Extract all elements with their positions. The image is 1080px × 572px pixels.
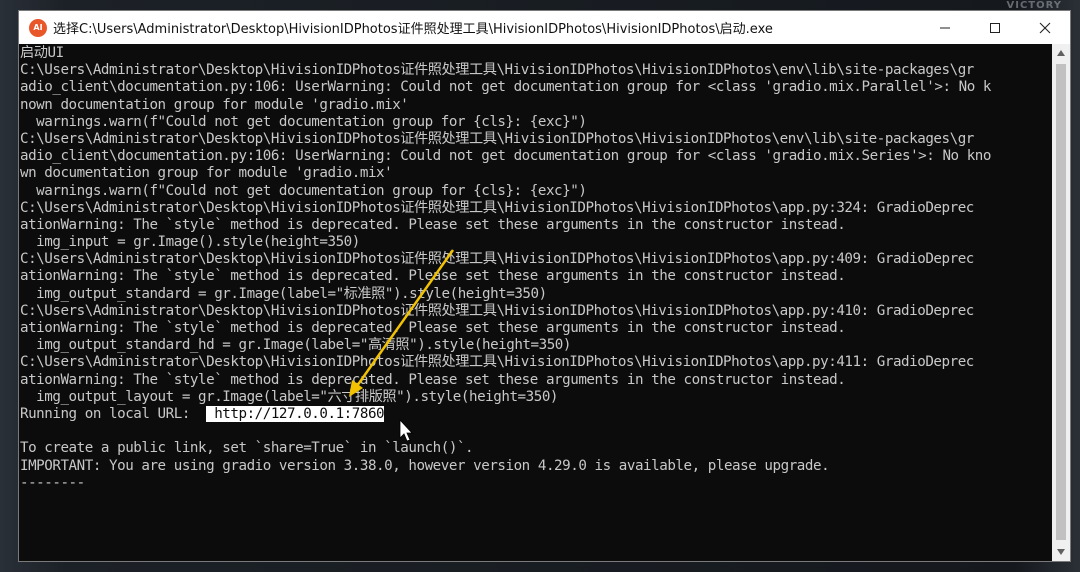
console-line: ationWarning: The `style` method is depr… [20, 371, 846, 388]
console-line: adio_client\documentation.py:106: UserWa… [20, 148, 991, 165]
window-title: 选择C:\Users\Administrator\Desktop\Hivisio… [53, 22, 773, 37]
console-line: nown documentation group for module 'gra… [20, 96, 409, 113]
console-line: img_output_layout = gr.Image(label="六寸排版… [20, 388, 559, 405]
minimize-button[interactable] [920, 11, 970, 44]
console-output[interactable]: 启动UI C:\Users\Administrator\Desktop\Hivi… [19, 44, 1052, 561]
minimize-icon [940, 27, 950, 28]
scroll-up-button[interactable] [1052, 44, 1070, 62]
console-line: -------- [20, 474, 85, 491]
console-line: img_input = gr.Image().style(height=350) [20, 234, 360, 251]
console-line: adio_client\documentation.py:106: UserWa… [20, 79, 991, 96]
maximize-button[interactable] [970, 11, 1020, 44]
console-line: ationWarning: The `style` method is depr… [20, 268, 846, 285]
maximize-icon [990, 22, 1000, 33]
close-button[interactable] [1020, 11, 1070, 44]
console-window: AI 选择C:\Users\Administrator\Desktop\Hivi… [18, 10, 1071, 562]
console-line: C:\Users\Administrator\Desktop\HivisionI… [20, 302, 974, 319]
console-line: C:\Users\Administrator\Desktop\HivisionI… [20, 251, 974, 268]
console-line: To create a public link, set `share=True… [20, 440, 474, 457]
console-line: img_output_standard_hd = gr.Image(label=… [20, 337, 571, 354]
scroll-down-button[interactable] [1052, 543, 1070, 561]
console-line: C:\Users\Administrator\Desktop\HivisionI… [20, 199, 974, 216]
scroll-thumb[interactable] [1056, 64, 1066, 540]
console-line: warnings.warn(f"Could not get documentat… [20, 182, 587, 199]
console-line: wn documentation group for module 'gradi… [20, 165, 393, 182]
chevron-up-icon [1057, 50, 1065, 56]
console-line: ationWarning: The `style` method is depr… [20, 216, 846, 233]
console-line: 启动UI [20, 45, 64, 61]
console-line: C:\Users\Administrator\Desktop\HivisionI… [20, 130, 974, 147]
console-line: C:\Users\Administrator\Desktop\HivisionI… [20, 354, 974, 371]
local-url-link[interactable]: http://127.0.0.1:7860 [206, 405, 385, 422]
running-url-line: Running on local URL: http://127.0.0.1:7… [20, 405, 1052, 423]
console-line: warnings.warn(f"Could not get documentat… [20, 113, 587, 130]
app-icon: AI [29, 18, 47, 37]
console-line: C:\Users\Administrator\Desktop\HivisionI… [20, 62, 974, 79]
console-line: IMPORTANT: You are using gradio version … [20, 457, 830, 474]
running-label: Running on local URL: [20, 405, 207, 422]
vertical-scrollbar[interactable] [1052, 44, 1070, 561]
close-icon [1039, 22, 1051, 33]
chevron-down-icon [1057, 549, 1065, 555]
console-line: ationWarning: The `style` method is depr… [20, 320, 846, 336]
window-titlebar[interactable]: AI 选择C:\Users\Administrator\Desktop\Hivi… [19, 11, 1070, 44]
console-line: img_output_standard = gr.Image(label="标准… [20, 285, 547, 302]
